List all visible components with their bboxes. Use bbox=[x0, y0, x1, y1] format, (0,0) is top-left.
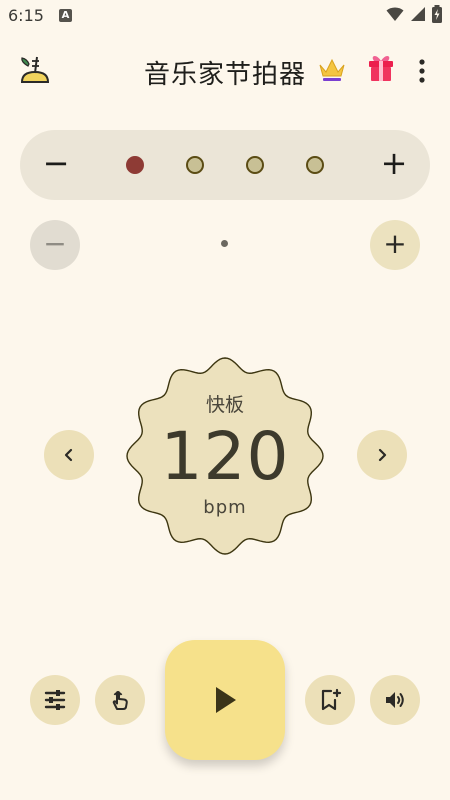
play-icon bbox=[216, 687, 236, 713]
beat-dot[interactable] bbox=[246, 156, 264, 174]
tempo-marking: 快板 bbox=[205, 394, 244, 416]
status-icons bbox=[386, 5, 442, 23]
bpm-value: 120 bbox=[160, 418, 290, 495]
wifi-icon bbox=[386, 7, 404, 21]
app-bar: 音乐家节拍器 bbox=[0, 44, 450, 96]
volume-button[interactable] bbox=[370, 675, 420, 725]
bpm-unit: bpm bbox=[203, 497, 247, 518]
tempo-decrease-button[interactable] bbox=[44, 430, 94, 480]
beat-dot-accent[interactable] bbox=[126, 156, 144, 174]
play-button[interactable] bbox=[165, 640, 285, 760]
bookmark-add-icon bbox=[321, 688, 342, 711]
beats-selector: − + bbox=[20, 130, 430, 200]
volume-icon bbox=[386, 692, 404, 708]
more-vert-icon[interactable] bbox=[414, 58, 430, 84]
app-title: 音乐家节拍器 bbox=[144, 60, 307, 90]
metronome-logo-icon[interactable] bbox=[18, 53, 52, 87]
status-time: 6:15 bbox=[8, 6, 44, 25]
battery-icon bbox=[432, 5, 442, 23]
chevron-right-icon bbox=[378, 448, 387, 462]
chevron-left-icon bbox=[64, 448, 73, 462]
bookmark-add-button[interactable] bbox=[305, 675, 355, 725]
status-bar: 6:15 A bbox=[0, 0, 450, 32]
tap-hand-icon bbox=[112, 690, 128, 710]
subdivision-plus-button[interactable]: + bbox=[370, 220, 420, 270]
sliders-icon bbox=[44, 690, 66, 710]
tempo-increase-button[interactable] bbox=[357, 430, 407, 480]
beat-dot[interactable] bbox=[186, 156, 204, 174]
subdivision-dot bbox=[221, 240, 228, 247]
gift-icon[interactable] bbox=[366, 52, 396, 84]
crown-icon[interactable] bbox=[318, 57, 346, 83]
tap-tempo-button[interactable] bbox=[95, 675, 145, 725]
beats-minus-button[interactable]: − bbox=[42, 147, 70, 180]
beats-plus-button[interactable]: + bbox=[380, 147, 408, 180]
notification-a-icon: A bbox=[59, 9, 72, 22]
signal-icon bbox=[411, 7, 425, 21]
beat-dot[interactable] bbox=[306, 156, 324, 174]
subdivision-minus-button[interactable]: − bbox=[30, 220, 80, 270]
settings-button[interactable] bbox=[30, 675, 80, 725]
